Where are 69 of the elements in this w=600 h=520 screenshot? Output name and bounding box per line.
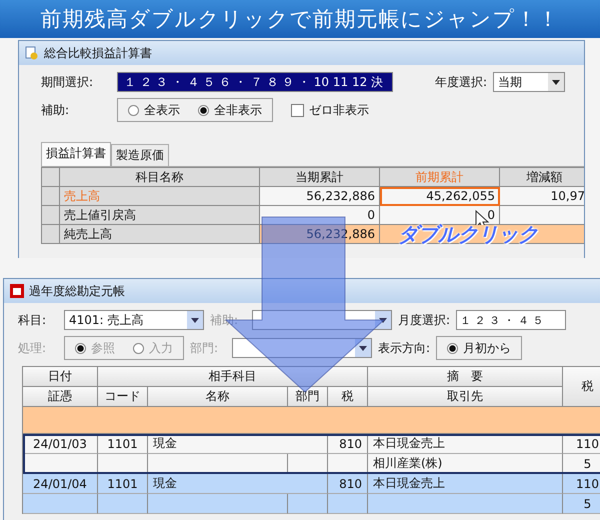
caret-icon [379,318,387,322]
callout-text: ダブルクリック [380,225,584,244]
radio-button[interactable] [128,104,139,116]
code-cell: 1101 [98,474,148,494]
direction-label: 表示方向: [378,340,430,356]
app-icon [10,284,24,298]
period-selector[interactable]: １ ２ ３ ・ ４ ５ ６ ・ ７ ８ ９ ・ 10 11 12 決 [117,72,393,92]
column-header: 取引先 [368,387,563,407]
amount-cell: 56,232,886 [260,187,380,206]
window-title: 過年度総勘定元帳 [29,282,125,300]
column-header: 税 [563,367,600,407]
radio-button[interactable] [198,104,209,116]
account-name-cell[interactable]: 売上値引戻高 [60,206,260,225]
column-header: 科目名称 [60,168,260,187]
row-header-cell[interactable] [42,225,60,244]
aux-label: 補助: [41,102,70,118]
dept-dropdown[interactable] [232,338,372,358]
tab[interactable]: 製造原価 [111,144,169,166]
column-header: 増減額 [500,168,584,187]
column-header: コード [98,387,148,407]
column-header: 証憑 [23,387,98,407]
date-cell: 24/01/03 [23,434,98,454]
summary-cell: 本日現金売上 [368,434,563,454]
account-label: 科目: [18,312,48,328]
name-cell: 現金 [148,434,328,454]
ledger-entry[interactable]: 24/01/03 1101 現金 810 本日現金売上 110 相川産業(株) 5 [23,434,600,474]
month-selector[interactable]: １ ２ ３ ・ ４ ５ [456,310,566,330]
window-title: 総合比較損益計算書 [44,44,152,62]
year-label: 年度選択: [435,74,488,90]
caret-icon [359,346,367,350]
column-header: 相手科目 [98,367,368,387]
sub-dropdown[interactable] [252,310,392,330]
tax-cell: 810 [328,434,368,454]
column-header: 名称 [148,387,288,407]
period-label: 期間選択: [41,74,94,90]
amount-cell[interactable]: 45,262,055 [380,187,500,206]
name-cell: 現金 [148,474,328,494]
radio-option[interactable]: 全表示 [128,102,180,118]
dept-label: 部門: [190,340,220,356]
banner-title: 前期残高ダブルクリックで前期元帳にジャンプ！！ [0,0,600,38]
tax-cell: 810 [328,474,368,494]
column-header: 税 [328,387,368,407]
radio-button[interactable] [447,342,458,354]
column-header: 前期累計 [380,168,500,187]
summary-cell: 本日現金売上 [368,474,563,494]
row-header-cell[interactable] [42,187,60,206]
radio-option[interactable]: 月初から [447,340,512,356]
radio-option[interactable]: 全非表示 [198,102,262,118]
column-header: 日付 [23,367,98,387]
year-dropdown[interactable]: 当期 [493,72,566,92]
column-header: 当期累計 [260,168,380,187]
amount-cell: 0 [260,206,380,225]
ledger-entry[interactable]: 24/01/04 1101 現金 810 本日現金売上 110 5 [23,474,600,514]
zero-hide-checkbox[interactable]: ゼロ非表示 [291,102,369,118]
column-header: 摘 要 [368,367,563,387]
column-header: 部門 [288,387,328,407]
report-icon [25,46,39,60]
process-label: 処理: [18,340,48,356]
date-cell: 24/01/04 [23,474,98,494]
account-name-cell[interactable]: 純売上高 [60,225,260,244]
amount-cell[interactable]: 0 [380,206,500,225]
row-header-cell[interactable] [42,206,60,225]
month-label: 月度選択: [398,312,450,328]
caret-icon [552,80,560,84]
tab[interactable]: 損益計算書 [41,142,111,166]
amount-cell: 10,97 [500,187,584,206]
caret-icon [191,318,199,322]
code-cell: 1101 [98,434,148,454]
account-dropdown[interactable]: 4101: 売上高 [64,310,204,330]
